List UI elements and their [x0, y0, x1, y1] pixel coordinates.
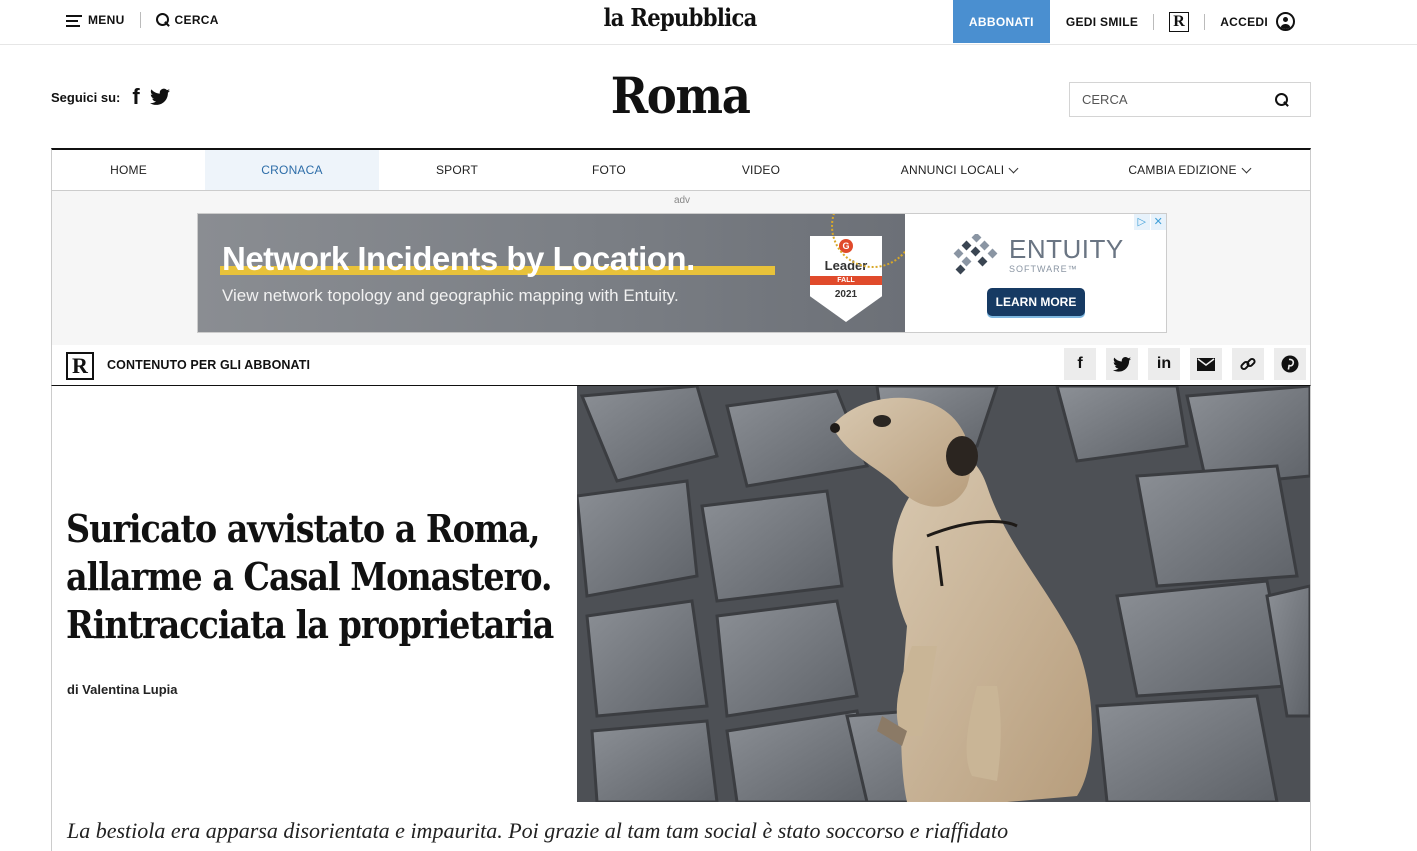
share-pinterest-button[interactable] — [1274, 348, 1306, 380]
mail-icon — [1197, 357, 1215, 371]
top-bar: MENU CERCA la Repubblica ABBONATI GEDI S… — [0, 0, 1417, 45]
nav-item-annunci-locali[interactable]: ANNUNCI LOCALI — [839, 150, 1079, 190]
article-byline[interactable]: di Valentina Lupia — [67, 682, 178, 697]
close-icon[interactable]: ✕ — [1150, 214, 1166, 230]
entuity-logo-icon — [953, 234, 998, 275]
section-nav: HOME CRONACA SPORT FOTO VIDEO ANNUNCI LO… — [51, 148, 1311, 191]
search-input[interactable] — [1082, 92, 1272, 107]
facebook-icon: f — [1077, 355, 1083, 372]
badge-year-text: 2021 — [834, 289, 858, 300]
subscriber-bar: R CONTENUTO PER GLI ABBONATI f in — [51, 345, 1311, 386]
ad-banner-left[interactable]: Network Incidents by Location. View netw… — [198, 214, 905, 332]
adchoices-icon[interactable]: ▷ — [1134, 214, 1150, 230]
article-photo[interactable] — [577, 386, 1310, 802]
repubblica-r-logo: R — [66, 352, 94, 380]
linkedin-icon: in — [1156, 355, 1172, 372]
nav-item-label: CAMBIA EDIZIONE — [1128, 163, 1237, 177]
nav-item-home[interactable]: HOME — [52, 150, 205, 190]
article-summary: La bestiola era apparsa disorientata e i… — [67, 818, 1009, 843]
ad-subline: View network topology and geographic map… — [222, 286, 679, 305]
login-label: ACCEDI — [1220, 14, 1268, 29]
nav-item-sport[interactable]: SPORT — [379, 150, 535, 190]
search-icon[interactable] — [1275, 93, 1289, 107]
meerkat-photo-image — [577, 386, 1310, 802]
ad-container: adv Network Incidents by Location. View … — [51, 191, 1311, 346]
search-field[interactable] — [1069, 82, 1311, 117]
g2-icon: G — [839, 239, 853, 253]
gedi-smile-link[interactable]: GEDI SMILE — [1066, 15, 1138, 29]
ad-headline: Network Incidents by Location. — [222, 240, 695, 277]
divider — [1204, 13, 1206, 30]
g2-leader-badge: G Leader FALL 2021 — [810, 236, 882, 322]
nav-item-label: ANNUNCI LOCALI — [900, 163, 1005, 177]
nav-item-foto[interactable]: FOTO — [535, 150, 683, 190]
twitter-icon — [1113, 356, 1131, 372]
repubblica-r-icon[interactable]: R — [1169, 11, 1190, 32]
ad-label: adv — [673, 195, 691, 206]
badge-leader-text: Leader — [824, 258, 868, 273]
badge-season-text: FALL — [810, 276, 882, 285]
article-headline[interactable]: Suricato avvistato a Roma, allarme a Cas… — [66, 505, 566, 649]
ad-brand-sub: SOFTWARE™ — [1009, 264, 1078, 274]
headline-line: Suricato avvistato a Roma, — [66, 506, 540, 551]
ad-choices[interactable]: ▷ ✕ — [1133, 214, 1166, 230]
chevron-down-icon — [1241, 163, 1252, 173]
login-button[interactable]: ACCEDI — [1220, 12, 1295, 31]
ad-brand-name: ENTUITY — [1009, 234, 1124, 264]
share-facebook-button[interactable]: f — [1064, 348, 1096, 380]
user-icon — [1276, 12, 1295, 31]
headline-line: allarme a Casal Monastero. — [66, 554, 553, 599]
ad-banner[interactable]: Network Incidents by Location. View netw… — [197, 213, 1167, 333]
ad-banner-right[interactable]: ENTUITY SOFTWARE™ LEARN MORE ▷ ✕ — [905, 214, 1166, 332]
share-linkedin-button[interactable]: in — [1148, 348, 1180, 380]
nav-item-cronaca[interactable]: CRONACA — [205, 150, 379, 190]
subscriber-content-label: CONTENUTO PER GLI ABBONATI — [107, 358, 311, 372]
nav-item-cambia-edizione[interactable]: CAMBIA EDIZIONE — [1079, 150, 1299, 190]
pinterest-icon — [1281, 355, 1299, 373]
learn-more-button[interactable]: LEARN MORE — [987, 288, 1085, 316]
link-icon — [1240, 357, 1256, 371]
chevron-down-icon — [1008, 163, 1019, 173]
share-link-button[interactable] — [1232, 348, 1264, 380]
share-mail-button[interactable] — [1190, 348, 1222, 380]
divider — [1153, 13, 1155, 30]
share-twitter-button[interactable] — [1106, 348, 1138, 380]
top-bar-right: ABBONATI GEDI SMILE R ACCEDI — [952, 0, 1295, 43]
headline-line: Rintracciata la proprietaria — [66, 602, 554, 647]
subscribe-button[interactable]: ABBONATI — [952, 0, 1050, 43]
nav-item-video[interactable]: VIDEO — [683, 150, 839, 190]
